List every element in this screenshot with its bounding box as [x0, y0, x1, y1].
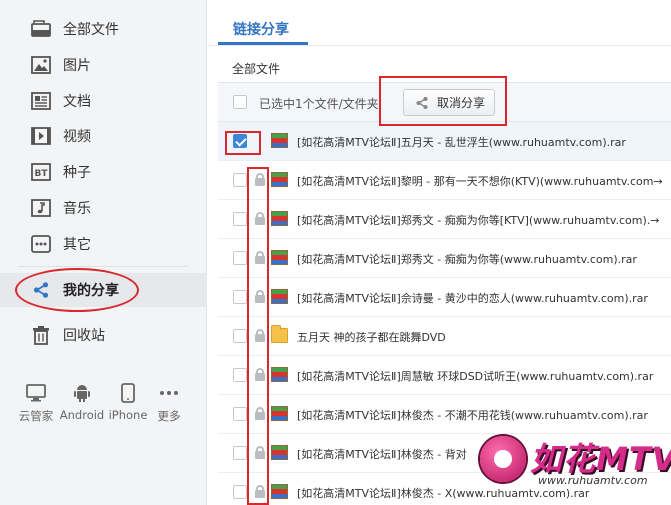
- lock-icon: [255, 212, 265, 225]
- share-icon: [415, 96, 429, 110]
- sidebar-item-label: 视频: [63, 129, 91, 145]
- file-name[interactable]: [如花高清MTV论坛Ⅱ]林俊杰 - 背对: [297, 446, 467, 462]
- tab-divider: [208, 45, 671, 46]
- svg-text:BT: BT: [35, 169, 49, 179]
- sidebar-item-other[interactable]: 其它: [0, 227, 207, 261]
- desktop-icon: [11, 382, 61, 404]
- sidebar-item-all-files[interactable]: 全部文件: [0, 12, 207, 46]
- lock-icon: [255, 446, 265, 459]
- device-label: Android: [59, 408, 105, 422]
- file-checkbox[interactable]: [233, 446, 247, 460]
- device-label: 云管家: [18, 409, 54, 423]
- image-icon: [31, 55, 51, 75]
- file-checkbox[interactable]: [233, 134, 247, 148]
- file-row[interactable]: [如花高清MTV论坛Ⅱ]郑秀文 - 痴痴为你等[KTV](www.ruhuamt…: [218, 200, 671, 239]
- device-desktop[interactable]: 云管家: [11, 382, 61, 424]
- lock-icon: [255, 329, 265, 342]
- file-row[interactable]: [如花高清MTV论坛Ⅱ]黎明 - 那有一天不想你(KTV)(www.ruhuam…: [218, 161, 671, 200]
- rar-archive-icon: [271, 484, 288, 499]
- sidebar: 全部文件 图片 文档 视频 BT 种子 音乐 其它 我的分享 回收站 云管家 A…: [0, 0, 207, 505]
- cancel-share-label: 取消分享: [437, 96, 486, 110]
- sidebar-item-torrents[interactable]: BT 种子: [0, 155, 207, 189]
- sidebar-item-label: 其它: [63, 237, 91, 253]
- sidebar-item-videos[interactable]: 视频: [0, 119, 207, 153]
- sidebar-item-label: 音乐: [63, 201, 91, 217]
- file-checkbox[interactable]: [233, 290, 247, 304]
- lock-icon: [255, 485, 265, 498]
- device-more[interactable]: 更多: [144, 382, 194, 424]
- other-icon: [31, 234, 51, 254]
- rar-archive-icon: [271, 367, 288, 382]
- watermark: 如花MTV www.ruhuamtv.com: [480, 434, 671, 498]
- lock-icon: [255, 290, 265, 303]
- file-toolbar: 已选中1个文件/文件夹 取消分享: [218, 82, 671, 122]
- device-android[interactable]: Android: [57, 382, 107, 422]
- file-checkbox[interactable]: [233, 329, 247, 343]
- main-panel: 链接分享 全部文件 已选中1个文件/文件夹 取消分享 [如花高清MTV论坛Ⅱ]五…: [208, 0, 671, 505]
- lock-icon: [255, 251, 265, 264]
- more-icon: [144, 382, 194, 404]
- sidebar-item-my-shares[interactable]: 我的分享: [0, 273, 207, 307]
- file-checkbox[interactable]: [233, 212, 247, 226]
- sidebar-item-label: 全部文件: [63, 22, 119, 38]
- cancel-share-button[interactable]: 取消分享: [403, 89, 495, 116]
- file-row[interactable]: [如花高清MTV论坛Ⅱ]五月天 - 乱世浮生(www.ruhuamtv.com)…: [218, 122, 671, 161]
- folder-icon: [271, 325, 288, 343]
- file-row[interactable]: 五月天 神的孩子都在跳舞DVD: [218, 317, 671, 356]
- lock-icon: [255, 407, 265, 420]
- file-checkbox[interactable]: [233, 407, 247, 421]
- file-checkbox[interactable]: [233, 173, 247, 187]
- rar-archive-icon: [271, 250, 288, 265]
- file-name[interactable]: [如花高清MTV论坛Ⅱ]黎明 - 那有一天不想你(KTV)(www.ruhuam…: [297, 173, 663, 189]
- rar-archive-icon: [271, 211, 288, 226]
- file-name[interactable]: [如花高清MTV论坛Ⅱ]佘诗曼 - 黄沙中的恋人(www.ruhuamtv.co…: [297, 290, 648, 306]
- selection-status: 已选中1个文件/文件夹: [259, 97, 379, 111]
- watermark-logo: [480, 436, 526, 482]
- watermark-url: www.ruhuamtv.com: [538, 474, 648, 487]
- trash-icon: [31, 325, 51, 345]
- file-checkbox[interactable]: [233, 251, 247, 265]
- sidebar-item-label: 种子: [63, 165, 91, 181]
- sidebar-item-documents[interactable]: 文档: [0, 84, 207, 118]
- file-row[interactable]: [如花高清MTV论坛Ⅱ]林俊杰 - 不潮不用花钱(www.ruhuamtv.co…: [218, 395, 671, 434]
- share-icon: [31, 280, 51, 300]
- file-name[interactable]: [如花高清MTV论坛Ⅱ]五月天 - 乱世浮生(www.ruhuamtv.com)…: [297, 134, 626, 150]
- file-name[interactable]: 五月天 神的孩子都在跳舞DVD: [297, 329, 446, 345]
- file-checkbox[interactable]: [233, 368, 247, 382]
- rar-archive-icon: [271, 445, 288, 460]
- file-row[interactable]: [如花高清MTV论坛Ⅱ]佘诗曼 - 黄沙中的恋人(www.ruhuamtv.co…: [218, 278, 671, 317]
- rar-archive-icon: [271, 172, 288, 187]
- rar-archive-icon: [271, 289, 288, 304]
- file-name[interactable]: [如花高清MTV论坛Ⅱ]郑秀文 - 痴痴为你等(www.ruhuamtv.com…: [297, 251, 637, 267]
- bt-torrent-icon: BT: [31, 162, 51, 182]
- file-row[interactable]: [如花高清MTV论坛Ⅱ]郑秀文 - 痴痴为你等(www.ruhuamtv.com…: [218, 239, 671, 278]
- device-label: 更多: [157, 409, 181, 423]
- sidebar-item-recycle-bin[interactable]: 回收站: [0, 318, 207, 352]
- file-name[interactable]: [如花高清MTV论坛Ⅱ]林俊杰 - 不潮不用花钱(www.ruhuamtv.co…: [297, 407, 648, 423]
- music-icon: [31, 198, 51, 218]
- sidebar-item-label: 文档: [63, 94, 91, 110]
- file-name[interactable]: [如花高清MTV论坛Ⅱ]周慧敏 环球DSD试听王(www.ruhuamtv.co…: [297, 368, 653, 384]
- android-icon: [57, 382, 107, 404]
- file-name[interactable]: [如花高清MTV论坛Ⅱ]郑秀文 - 痴痴为你等[KTV](www.ruhuamt…: [297, 212, 660, 228]
- sidebar-item-label: 回收站: [63, 328, 105, 344]
- sidebar-item-label: 我的分享: [63, 283, 119, 299]
- rar-archive-icon: [271, 133, 288, 148]
- sidebar-item-images[interactable]: 图片: [0, 48, 207, 82]
- tab-link-share[interactable]: 链接分享: [233, 19, 289, 39]
- file-checkbox[interactable]: [233, 485, 247, 499]
- all-files-icon: [31, 19, 51, 39]
- sidebar-item-music[interactable]: 音乐: [0, 191, 207, 225]
- breadcrumb[interactable]: 全部文件: [232, 60, 280, 77]
- rar-archive-icon: [271, 406, 288, 421]
- sidebar-divider: [18, 266, 188, 267]
- document-icon: [31, 91, 51, 111]
- sidebar-item-label: 图片: [63, 58, 91, 74]
- select-all-checkbox[interactable]: [233, 95, 247, 109]
- lock-icon: [255, 173, 265, 186]
- file-row[interactable]: [如花高清MTV论坛Ⅱ]周慧敏 环球DSD试听王(www.ruhuamtv.co…: [218, 356, 671, 395]
- lock-icon: [255, 368, 265, 381]
- video-icon: [31, 126, 51, 146]
